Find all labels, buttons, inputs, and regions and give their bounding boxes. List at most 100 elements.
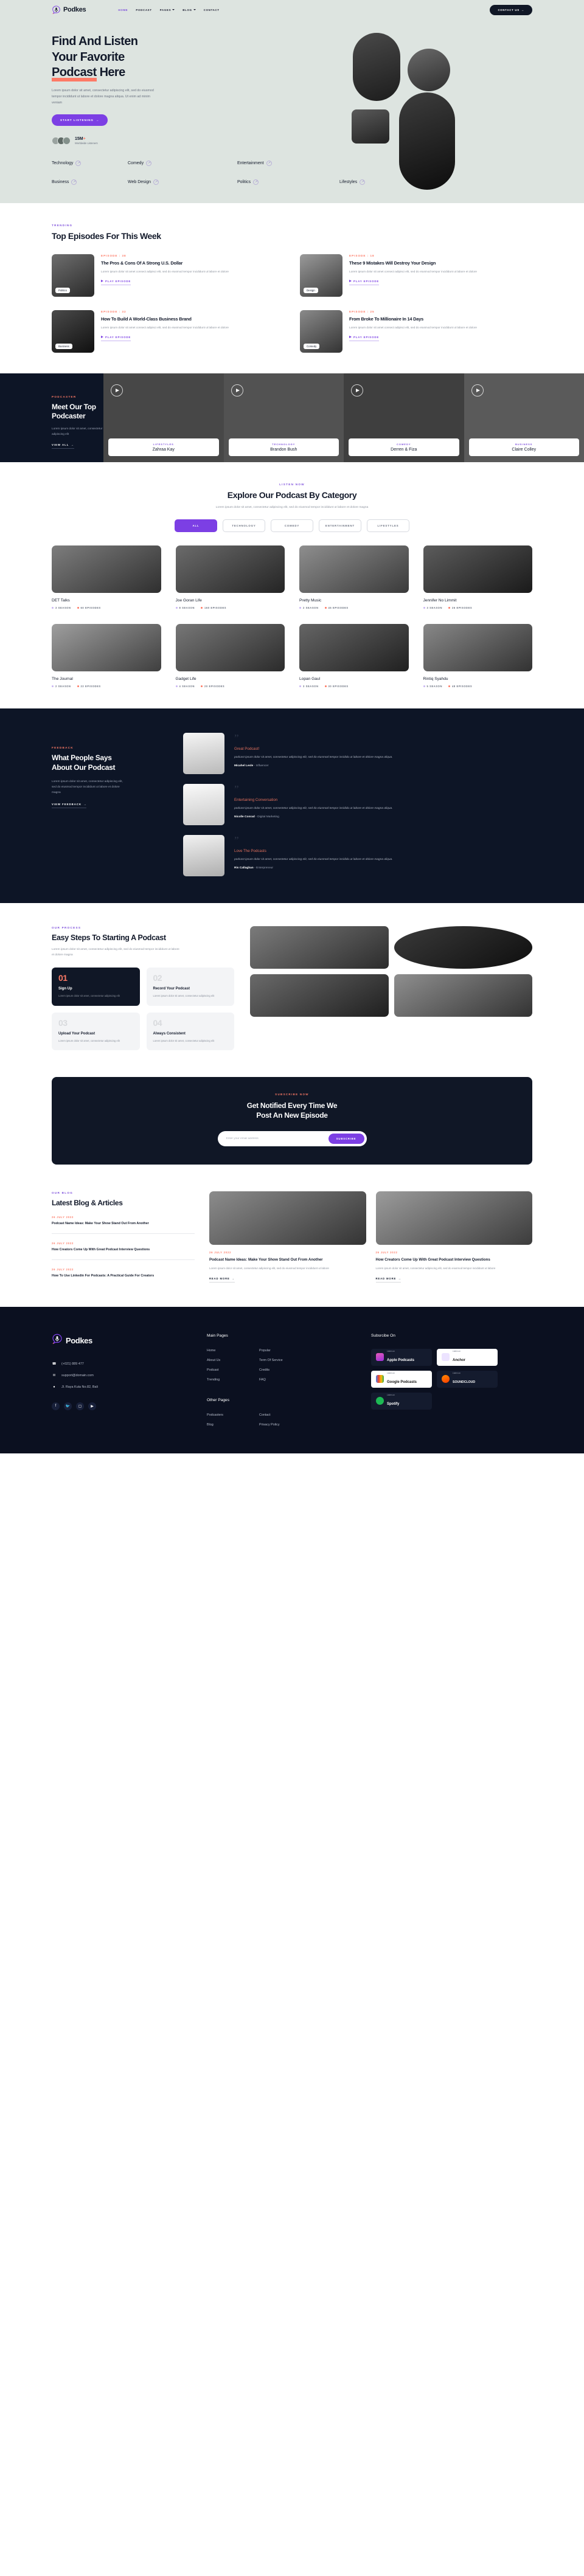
podcast-card[interactable]: The Journal 2 SEASON 22 EPISODES	[52, 624, 161, 688]
feedback-eyebrow: FEEDBACK	[52, 746, 74, 750]
category-link-lifestyles[interactable]: Lifestyles ↗	[339, 179, 366, 185]
play-button[interactable]	[471, 384, 484, 396]
footer-link-faq[interactable]: FAQ	[259, 1378, 311, 1382]
podcaster-slide[interactable]: BUSINESS Claire Colley	[464, 373, 584, 462]
footer-phone[interactable]: ☎ (+021) 889 477	[52, 1362, 182, 1366]
episode-info: EPISODE : 32 How To Build A World-Class …	[101, 310, 229, 353]
footer-address: ● Jl. Raya Kuta No.82, Bali	[52, 1385, 182, 1389]
step-card-4: 04 Always Consistent Lorem ipsum dolor s…	[146, 1012, 234, 1051]
twitter-icon[interactable]: 🐦	[64, 1402, 72, 1410]
footer-link-podcast[interactable]: Podcast	[207, 1368, 259, 1372]
podcast-stats: 2 SEASON 22 EPISODES	[52, 685, 161, 688]
nav-link-blog[interactable]: BLOG	[182, 9, 196, 12]
podcast-card[interactable]: DET Talks 3 SEASON 60 EPISODES	[52, 545, 161, 609]
nav-link-pages[interactable]: PAGES	[160, 9, 175, 12]
filter-comedy[interactable]: COMEDY	[271, 519, 313, 533]
footer-link-privacy[interactable]: Privacy Policy	[259, 1423, 311, 1427]
testimonials-section: FEEDBACK What People Says About Our Podc…	[0, 708, 584, 904]
episode-card[interactable]: Design EPISODE : 18 These 9 Mistakes Wil…	[300, 254, 532, 297]
nav-link-home[interactable]: HOME	[118, 9, 128, 12]
footer-other-links: Podcasters Blog Contact Privacy Policy	[207, 1413, 347, 1427]
category-link-technology[interactable]: Technology ↗	[52, 160, 128, 166]
read-more-link[interactable]: READ MORE →	[209, 1277, 235, 1283]
testimonials-list: ” Great Podcast! podcast ipsum dolor sit…	[183, 733, 532, 877]
footer-link-home[interactable]: Home	[207, 1349, 259, 1352]
email-field[interactable]	[226, 1137, 328, 1141]
footer-email-value: support@domain.com	[61, 1373, 94, 1377]
play-episode-button[interactable]: PLAY EPISODE	[101, 336, 131, 341]
view-feedback-link[interactable]: VIEW FEEDBACK →	[52, 803, 87, 808]
category-link-comedy[interactable]: Comedy ↗	[128, 160, 237, 166]
blog-featured-card[interactable]: 26 JULY 2022 How Creators Come Up With G…	[375, 1191, 532, 1283]
apple-podcasts-badge[interactable]: Listen on Apple Podcasts	[371, 1348, 432, 1366]
instagram-icon[interactable]: ▢	[76, 1402, 84, 1410]
podcast-card[interactable]: Jennifer No Limmit 3 SEASON 26 EPISODES	[423, 545, 532, 609]
play-episode-button[interactable]: PLAY EPISODE	[349, 336, 380, 341]
episode-tag: Design	[304, 287, 318, 293]
podcast-card[interactable]: Lopan Gaul 3 SEASON 30 EPISODES	[299, 624, 409, 688]
facebook-icon[interactable]: f	[52, 1402, 60, 1410]
podcast-card[interactable]: Rintiq Syahdu 5 SEASON 48 EPISODES	[423, 624, 532, 688]
blog-featured-card[interactable]: 26 JULY 2022 Podcast Name Ideas: Make Yo…	[209, 1191, 366, 1283]
blog-list-item[interactable]: 26 JULY 2022 How Creators Come Up With G…	[52, 1242, 195, 1252]
podcaster-card: LIFESTYLES Zahraa Kay	[108, 438, 219, 456]
play-episode-button[interactable]: PLAY EPISODE	[101, 280, 131, 285]
read-more-link[interactable]: READ MORE →	[375, 1277, 401, 1283]
blog-list-item[interactable]: 26 JULY 2022 Podcast Name Ideas: Make Yo…	[52, 1216, 195, 1226]
anchor-badge[interactable]: Listen on Anchor	[437, 1348, 498, 1366]
footer-link-contact[interactable]: Contact	[259, 1413, 311, 1417]
explore-subtitle: Lorem ipsum dolor sit amet, consectetur …	[215, 505, 369, 509]
category-link-webdesign[interactable]: Web Design ↗	[128, 179, 237, 185]
podcaster-slide[interactable]: LIFESTYLES Zahraa Kay	[103, 373, 224, 462]
footer-link-popular[interactable]: Popular	[259, 1349, 311, 1352]
category-link-entertainment[interactable]: Entertainment ↗	[237, 160, 272, 166]
filter-technology[interactable]: TECHNOLOGY	[223, 519, 265, 533]
filter-entertainment[interactable]: ENTERTAINMENT	[319, 519, 361, 533]
podcast-thumbnail	[52, 545, 161, 594]
footer-link-credits[interactable]: Credits	[259, 1368, 311, 1372]
podcast-card[interactable]: Gadget Life 4 SEASON 20 EPISODES	[175, 624, 285, 688]
steps-image-collage	[250, 926, 532, 1050]
footer-link-blog[interactable]: Blog	[207, 1423, 259, 1427]
footer-link-podcasters[interactable]: Podcasters	[207, 1413, 259, 1417]
footer-other-col2: Contact Privacy Policy	[259, 1413, 311, 1427]
view-all-podcasters-link[interactable]: VIEW ALL →	[52, 443, 74, 449]
play-button[interactable]	[111, 384, 123, 396]
nav-link-contact[interactable]: CONTACT	[204, 9, 220, 12]
podcast-card[interactable]: Joe Goran Life 8 SEASON 160 EPISODES	[175, 545, 285, 609]
podcast-thumbnail	[423, 624, 532, 672]
brand-logo[interactable]: Podkes	[52, 5, 86, 15]
footer-link-terms[interactable]: Term Of Service	[259, 1359, 311, 1362]
podcaster-slide[interactable]: TECHNOLOGY Brandon Bush	[223, 373, 344, 462]
youtube-icon[interactable]: ▶	[88, 1402, 96, 1410]
divider	[52, 1259, 195, 1260]
footer-brand[interactable]: Podkes	[52, 1334, 182, 1348]
episode-card[interactable]: Comedy EPISODE : 25 From Broke To Millio…	[300, 310, 532, 353]
nav-link-podcast[interactable]: PODCAST	[136, 9, 151, 12]
category-link-business[interactable]: Business ↗	[52, 179, 128, 185]
filter-lifestyles[interactable]: LIFESTYLES	[367, 519, 409, 533]
category-label: Comedy	[128, 161, 144, 165]
footer-email[interactable]: ✉ support@domain.com	[52, 1374, 182, 1377]
episode-card[interactable]: Politics EPISODE : 38 The Pros & Cons Of…	[52, 254, 284, 297]
testimonial-author: Micahel Lesle - Influencer	[234, 764, 532, 767]
contact-us-button[interactable]: CONTACT US →	[490, 4, 532, 15]
podcaster-slide[interactable]: COMEDY Derren & Fiza	[344, 373, 464, 462]
podcast-card[interactable]: Pretty Music 2 SEASON 45 EPISODES	[299, 545, 409, 609]
play-episode-button[interactable]: PLAY EPISODE	[349, 280, 380, 285]
play-button[interactable]	[231, 384, 243, 396]
soundcloud-badge[interactable]: Listen on SOUNDCLOUD	[437, 1370, 498, 1388]
play-button[interactable]	[351, 384, 363, 396]
start-listening-button[interactable]: START LISTENING →	[52, 114, 108, 126]
blog-headline: Podcast Name Ideas: Make Your Show Stand…	[209, 1258, 323, 1262]
blog-list-item[interactable]: 26 JULY 2022 How To Use Linkedin For Pod…	[52, 1268, 195, 1278]
footer-link-trending[interactable]: Trending	[207, 1378, 259, 1382]
episode-title: How To Build A World-Class Business Bran…	[101, 316, 192, 322]
footer-link-about[interactable]: About Us	[207, 1359, 259, 1362]
subscribe-button[interactable]: SUBSCRIBE	[328, 1134, 364, 1144]
filter-all[interactable]: ALL	[175, 519, 217, 533]
google-podcasts-badge[interactable]: Listen on Google Podcasts	[371, 1370, 432, 1388]
episode-card[interactable]: Business EPISODE : 32 How To Build A Wor…	[52, 310, 284, 353]
category-link-politics[interactable]: Politics ↗	[237, 179, 339, 185]
spotify-badge[interactable]: Listen on Spotify	[371, 1392, 432, 1410]
